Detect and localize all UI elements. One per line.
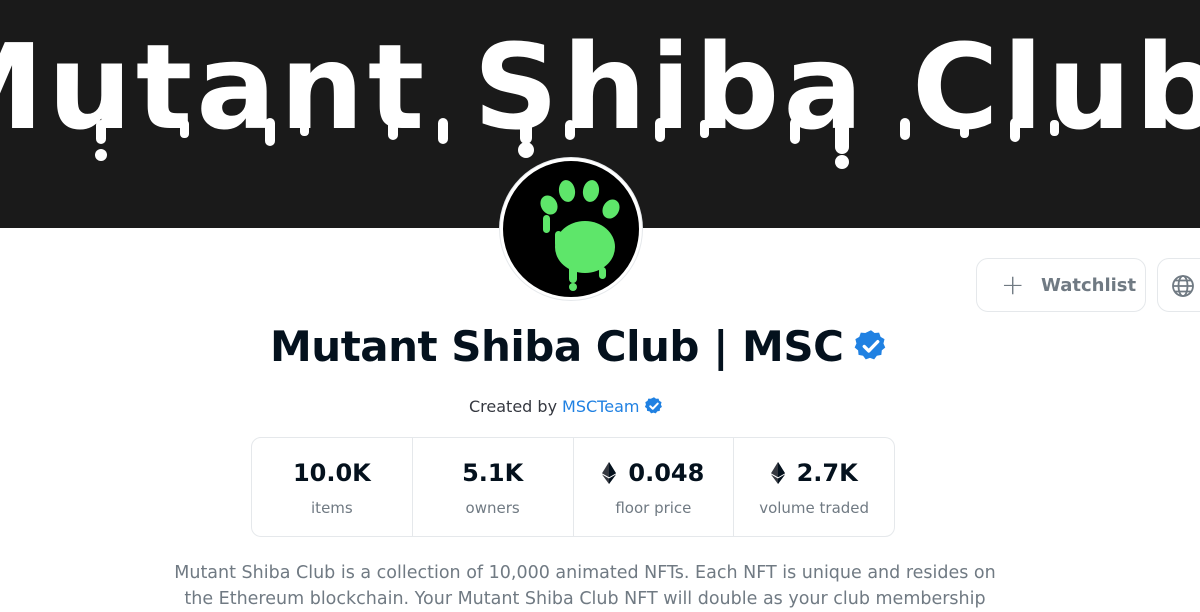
stat-value: 2.7K — [770, 457, 858, 489]
stat-value: 0.048 — [602, 457, 704, 489]
creator-line: Created by MSCTeam — [469, 394, 664, 418]
stat-owners-value: 5.1K — [462, 459, 524, 487]
collection-avatar[interactable] — [500, 158, 642, 300]
stat-items[interactable]: 10.0K items — [252, 438, 413, 536]
watchlist-label: Watchlist — [1041, 274, 1137, 296]
collection-title: Mutant Shiba Club | MSC — [270, 321, 844, 371]
stat-floor-value: 0.048 — [628, 459, 705, 487]
collection-title-row: Mutant Shiba Club | MSC — [270, 318, 889, 374]
watchlist-button[interactable]: + Watchlist — [976, 258, 1146, 312]
stat-value: 10.0K — [293, 457, 371, 489]
stat-items-label: items — [311, 499, 353, 517]
collection-description: Mutant Shiba Club is a collection of 10,… — [174, 563, 996, 609]
creator-verified-icon — [645, 397, 663, 414]
globe-icon — [1172, 275, 1194, 297]
plus-icon: + — [1001, 268, 1025, 301]
green-paw-icon — [540, 180, 620, 291]
ethereum-icon — [602, 462, 617, 484]
stat-owners-label: owners — [465, 499, 520, 517]
stat-items-value: 10.0K — [292, 459, 371, 487]
stat-owners[interactable]: 5.1K owners — [413, 438, 574, 536]
creator-prefix: Created by — [469, 396, 558, 416]
stat-volume-value: 2.7K — [796, 459, 858, 487]
stat-volume[interactable]: 2.7K volume traded — [734, 438, 894, 536]
stat-value: 5.1K — [462, 457, 523, 489]
verified-badge-icon — [855, 330, 886, 360]
ethereum-icon — [770, 462, 785, 484]
stat-floor-price[interactable]: 0.048 floor price — [574, 438, 735, 536]
website-button[interactable] — [1157, 258, 1200, 312]
collection-stats: 10.0K items 5.1K owners 0.048 floor pric… — [251, 437, 895, 537]
stat-volume-label: volume traded — [759, 499, 870, 517]
stat-floor-label: floor price — [615, 499, 692, 517]
creator-link[interactable]: MSCTeam — [562, 397, 639, 416]
